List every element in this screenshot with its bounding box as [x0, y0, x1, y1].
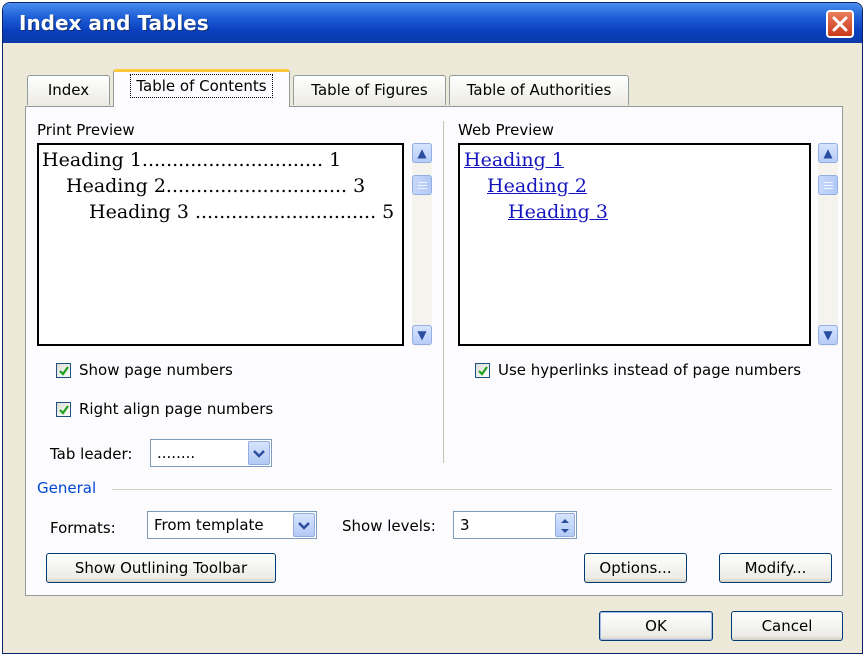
web-preview-scrollbar[interactable]: ▲ ▼	[818, 143, 838, 346]
show-levels-spinner[interactable]: 3	[453, 511, 577, 539]
checkmark-icon	[59, 366, 69, 376]
modify-button[interactable]: Modify...	[719, 553, 832, 583]
toc-line: Heading 2.............................. …	[66, 175, 366, 197]
show-page-numbers-label[interactable]: Show page numbers	[79, 361, 233, 379]
show-outlining-toolbar-button[interactable]: Show Outlining Toolbar	[46, 553, 276, 583]
web-preview-link[interactable]: Heading 1	[464, 149, 564, 171]
web-preview-box: Heading 1 Heading 2 Heading 3	[458, 143, 811, 346]
chevron-down-icon	[253, 450, 265, 458]
index-and-tables-dialog: Index and Tables Index Table of Contents…	[2, 2, 863, 654]
tab-panel: Print Preview Heading 1.................…	[25, 106, 843, 596]
close-button[interactable]	[826, 10, 854, 38]
spin-buttons[interactable]	[555, 513, 575, 537]
group-separator	[112, 489, 832, 490]
scroll-thumb[interactable]	[412, 175, 432, 195]
tab-leader-value: ........	[157, 444, 196, 462]
use-hyperlinks-label[interactable]: Use hyperlinks instead of page numbers	[498, 361, 801, 379]
scroll-down-icon: ▼	[823, 328, 833, 342]
close-icon	[832, 16, 848, 32]
dropdown-button[interactable]	[293, 513, 315, 537]
spin-down-icon[interactable]	[560, 528, 570, 534]
scroll-down-icon: ▼	[417, 328, 427, 342]
checkmark-icon	[478, 366, 488, 376]
spin-up-icon[interactable]	[560, 518, 570, 524]
tab-table-of-figures[interactable]: Table of Figures	[293, 75, 446, 105]
chevron-down-icon	[298, 522, 310, 530]
dropdown-button[interactable]	[248, 441, 270, 465]
general-group-label: General	[37, 479, 97, 497]
scroll-down-button[interactable]: ▼	[818, 325, 838, 345]
right-align-checkbox[interactable]	[56, 402, 71, 417]
toc-line: Heading 1.............................. …	[42, 149, 342, 171]
tab-table-of-contents[interactable]: Table of Contents	[113, 69, 290, 107]
toc-line: Heading 3 ..............................…	[89, 201, 395, 223]
options-button[interactable]: Options...	[584, 553, 687, 583]
scroll-up-icon: ▲	[823, 146, 833, 160]
print-preview-label: Print Preview	[37, 121, 135, 139]
right-align-label[interactable]: Right align page numbers	[79, 400, 273, 418]
scroll-up-button[interactable]: ▲	[412, 143, 432, 163]
scroll-thumb[interactable]	[818, 175, 838, 195]
dialog-title: Index and Tables	[19, 11, 209, 35]
show-page-numbers-checkbox[interactable]	[56, 363, 71, 378]
tab-table-of-authorities[interactable]: Table of Authorities	[449, 75, 629, 105]
tab-leader-select[interactable]: ........	[150, 439, 272, 467]
scroll-up-icon: ▲	[417, 146, 427, 160]
checkmark-icon	[59, 405, 69, 415]
web-preview-link[interactable]: Heading 2	[487, 175, 587, 197]
formats-value: From template	[154, 516, 264, 534]
show-levels-value: 3	[460, 516, 470, 534]
formats-select[interactable]: From template	[147, 511, 317, 539]
tab-leader-label: Tab leader:	[50, 445, 133, 463]
title-bar[interactable]: Index and Tables	[3, 3, 862, 43]
web-preview-label: Web Preview	[458, 121, 554, 139]
show-levels-label: Show levels:	[342, 517, 436, 535]
print-preview-box: Heading 1.............................. …	[37, 143, 404, 346]
cancel-button[interactable]: Cancel	[731, 611, 843, 641]
ok-button[interactable]: OK	[599, 611, 713, 641]
web-preview-link[interactable]: Heading 3	[508, 201, 608, 223]
scroll-down-button[interactable]: ▼	[412, 325, 432, 345]
formats-label: Formats:	[50, 519, 116, 537]
scroll-up-button[interactable]: ▲	[818, 143, 838, 163]
print-preview-scrollbar[interactable]: ▲ ▼	[412, 143, 432, 346]
tab-index[interactable]: Index	[27, 75, 110, 105]
column-divider	[443, 121, 444, 463]
use-hyperlinks-checkbox[interactable]	[475, 363, 490, 378]
